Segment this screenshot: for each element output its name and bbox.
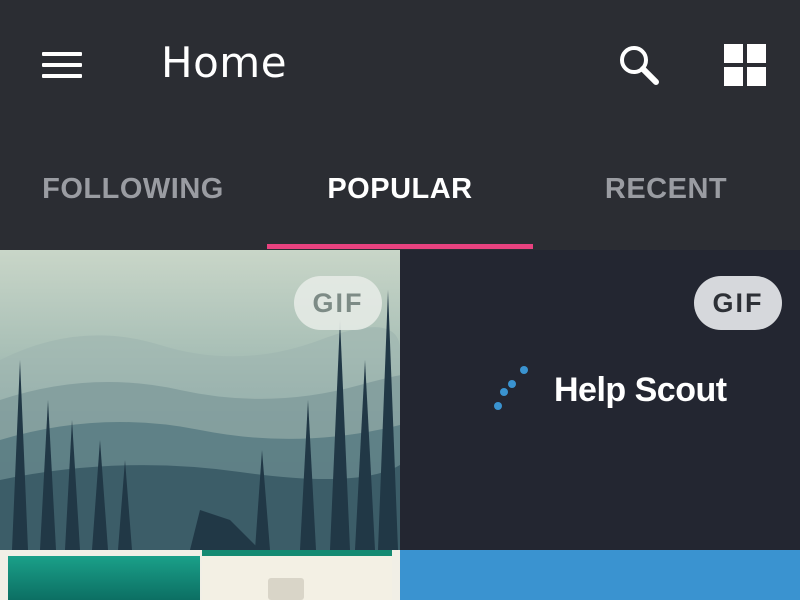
tab-bar: FOLLOWING POPULAR RECENT [0, 130, 800, 250]
page-title: Home [161, 38, 288, 87]
menu-button[interactable] [32, 40, 92, 90]
feed-item-help-scout[interactable]: GIF Help Scout [400, 250, 800, 550]
partial-image [8, 556, 200, 600]
feed-item-forest[interactable]: GIF [0, 250, 400, 550]
tab-label: POPULAR [327, 172, 473, 205]
search-icon [620, 46, 659, 85]
tab-recent[interactable]: RECENT [533, 130, 799, 248]
feed-item-partial-left[interactable] [0, 550, 400, 600]
help-scout-logo: Help Scout [492, 360, 792, 420]
tab-label: RECENT [604, 172, 728, 205]
help-scout-dots-icon [494, 366, 528, 410]
top-app-bar: Home [0, 0, 800, 130]
feed-item-partial-right[interactable] [400, 550, 800, 600]
help-scout-logo-text: Help Scout [554, 371, 727, 409]
tab-popular[interactable]: POPULAR [267, 130, 533, 248]
partial-image-right [202, 550, 392, 600]
active-tab-indicator [267, 244, 533, 249]
gif-badge: GIF [694, 276, 782, 330]
tab-following[interactable]: FOLLOWING [0, 130, 266, 248]
tab-label: FOLLOWING [42, 172, 224, 205]
grid-view-button[interactable] [718, 38, 772, 92]
search-button[interactable] [612, 40, 664, 88]
hamburger-menu-icon [32, 40, 92, 90]
gif-badge: GIF [294, 276, 382, 330]
app-screen: Home FOLLOWING POPULAR RECENT GIF GIF He… [0, 0, 800, 600]
grid-view-icon [724, 44, 766, 86]
